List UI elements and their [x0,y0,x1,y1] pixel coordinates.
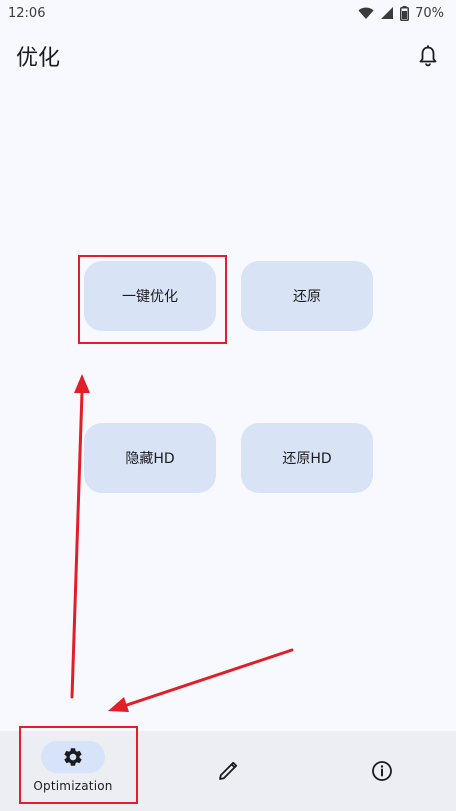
restore-button[interactable]: 还原 [241,261,373,331]
signal-icon [381,7,394,19]
bell-icon [419,45,437,67]
hide-hd-button[interactable]: 隐藏HD [84,423,216,493]
page-title: 优化 [16,46,61,71]
highlight-box-optimize [78,255,227,344]
info-icon [372,761,392,781]
wifi-icon [358,7,374,19]
hide-hd-label: 隐藏HD [125,451,175,467]
battery-icon [400,5,410,21]
restore-hd-label: 还原HD [282,451,332,467]
notification-button[interactable] [416,44,440,68]
app-bar: 优化 [0,26,456,86]
highlight-box-nav [19,726,138,804]
arrow-down-left [108,648,294,712]
battery-percent: 70% [415,5,444,21]
restore-hd-button[interactable]: 还原HD [241,423,373,493]
status-icons: 70% [358,5,444,21]
arrow-up [70,374,90,699]
restore-label: 还原 [293,289,321,305]
nav-item-edit[interactable] [216,759,240,783]
annotation-arrows [70,374,294,712]
nav-item-info[interactable] [370,759,394,783]
pencil-icon [219,761,238,780]
status-time: 12:06 [8,5,46,21]
status-bar: 12:06 70% [0,0,456,26]
